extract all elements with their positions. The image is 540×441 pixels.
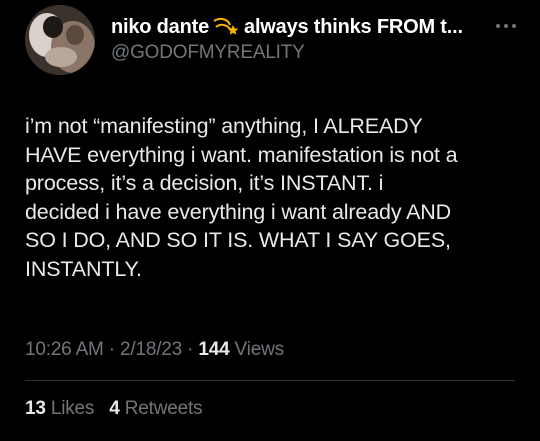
tweet-text-line: process, it’s a decision, it’s INSTANT. …: [25, 171, 384, 195]
likes-count: 13: [25, 398, 46, 419]
tweet-text-line: INSTANTLY.: [25, 256, 142, 281]
tweet-card: niko dante always thinks FROM t... @GODO…: [0, 0, 540, 441]
tweet-text-line: HAVE everything i want. manifestation is…: [25, 142, 458, 167]
author-display-name[interactable]: niko dante: [111, 16, 209, 39]
likes-stat[interactable]: 13 Likes: [25, 398, 99, 419]
divider: [25, 380, 515, 381]
likes-label: Likes: [50, 398, 95, 419]
meta-separator: ·: [108, 339, 115, 360]
dizzy-comet-icon: [212, 15, 240, 39]
tweet-text-line: i’m not “manifesting” anything, I ALREAD…: [25, 114, 423, 138]
views-label: Views: [234, 339, 285, 360]
tweet-text-line: decided i have everything i want already…: [25, 199, 452, 224]
engagement-stats: 13 Likes 4 Retweets: [25, 398, 212, 420]
author-name-suffix[interactable]: always thinks FROM t...: [244, 16, 463, 39]
tweet-time[interactable]: 10:26 AM: [25, 339, 104, 360]
retweets-stat[interactable]: 4 Retweets: [109, 398, 202, 419]
tweet-metadata: 10:26 AM · 2/18/23 · 144 Views: [25, 339, 284, 361]
views-count: 144: [198, 339, 230, 360]
retweets-count: 4: [109, 398, 120, 419]
avatar[interactable]: [25, 5, 95, 75]
meta-separator: ·: [187, 339, 194, 360]
retweets-label: Retweets: [124, 398, 203, 419]
tweet-text: i’m not “manifesting” anything, I ALREAD…: [25, 112, 525, 283]
more-options-icon[interactable]: [496, 21, 520, 31]
tweet-date[interactable]: 2/18/23: [120, 339, 182, 360]
tweet-text-line: SO I DO, AND SO IT IS. WHAT I SAY GOES,: [25, 228, 451, 252]
avatar-photo: [25, 5, 95, 75]
author-handle[interactable]: @GODOFMYREALITY: [111, 42, 305, 64]
author-name-row[interactable]: niko dante always thinks FROM t...: [111, 12, 491, 42]
